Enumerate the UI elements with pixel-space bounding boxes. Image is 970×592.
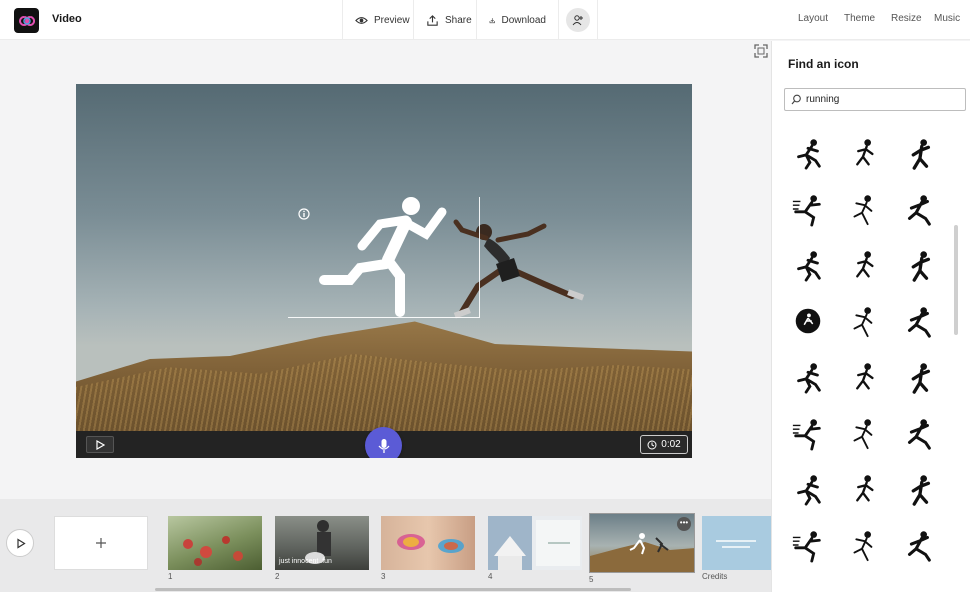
scene-thumbnail-2[interactable]: just innocent .fun [275,516,369,570]
timeline-play-button[interactable] [6,529,34,557]
runner-fast-icon[interactable] [900,415,936,451]
scene-number-4: 4 [488,572,493,581]
toolbar-divider [597,0,598,40]
runner-dash-icon[interactable] [790,135,826,171]
preview-button[interactable]: Preview [342,0,422,40]
runner-speed-lines-icon[interactable] [844,191,880,227]
upload-share-icon [427,14,438,26]
runner-lean-icon[interactable] [844,415,880,451]
scene-number-5: 5 [589,575,594,584]
runner-kid-icon[interactable] [844,359,880,395]
runner-female-icon[interactable] [790,359,826,395]
fullscreen-icon[interactable] [754,44,768,58]
app-title: Video [52,13,82,25]
play-icon [16,537,26,549]
icon-search-box[interactable] [784,88,966,111]
play-icon [96,439,105,450]
add-person-icon [572,15,583,26]
scene-caption-2: just innocent .fun [279,558,332,565]
face-paint-image [397,534,464,553]
panel-scrollbar[interactable] [954,225,958,335]
runner-stride-icon[interactable] [790,247,826,283]
download-label: Download [501,14,546,26]
scene-thumbnail-4[interactable] [488,516,582,570]
eye-icon [355,16,368,24]
add-scene-button[interactable] [54,516,148,570]
runner-stroller-icon[interactable] [900,135,936,171]
scene-thumbnail-credits[interactable] [702,516,771,570]
timeline-scrollbar[interactable] [155,588,631,591]
runner-circle-badge-icon[interactable] [790,303,826,339]
runner-sprint-icon[interactable] [844,527,880,563]
microphone-icon [378,438,389,453]
running-person-icon-overlay[interactable] [316,194,456,319]
duration-badge[interactable]: 0:02 [640,435,688,454]
runner-storm-icon[interactable] [900,303,936,339]
runner-walk-icon[interactable] [790,527,826,563]
share-button[interactable]: Share [413,0,484,40]
runner-leap-icon[interactable] [790,415,826,451]
runner-bold-icon[interactable] [900,359,936,395]
clock-icon [647,440,657,449]
play-button[interactable] [86,436,114,453]
scene-thumbnail-1[interactable] [168,516,262,570]
download-button[interactable]: Download [476,0,559,40]
icon-search-input[interactable] [806,94,956,105]
preview-label: Preview [374,14,410,26]
flowers-image [183,536,243,566]
scene-number-1: 1 [168,572,173,581]
runner-dynamic-icon[interactable] [844,471,880,507]
runner-sketch-icon[interactable] [900,471,936,507]
layout-menu[interactable]: Layout [798,13,828,24]
timeline: 1 just innocent .fun 2 3 4 ••• 5 Credits [0,499,771,592]
scene-number-2: 2 [275,572,280,581]
runner-crouch-icon[interactable] [900,247,936,283]
runner-striped-icon[interactable] [844,247,880,283]
top-bar: Video Preview Share Download Layout Them… [0,0,970,40]
resize-menu[interactable]: Resize [891,13,922,24]
add-collaborator-button[interactable] [566,8,590,32]
runner-jog-icon[interactable] [790,471,826,507]
scene-more-button[interactable]: ••• [677,517,691,531]
scene-stage[interactable]: 0:02 [76,84,692,458]
app-logo[interactable] [14,8,39,33]
info-icon[interactable] [298,208,310,220]
scene-number-3: 3 [381,572,386,581]
winter-house-image [488,516,580,570]
scene-thumbnail-5[interactable]: ••• [589,513,695,573]
download-icon [489,17,495,23]
credits-image [716,540,756,548]
scene-number-credits: Credits [702,572,728,581]
panel-title: Find an icon [788,57,859,71]
search-icon [791,94,801,105]
duration-text: 0:02 [661,439,681,450]
theme-menu[interactable]: Theme [844,13,875,24]
plus-icon [96,538,106,548]
runner-slim-icon[interactable] [844,303,880,339]
runner-small-icon[interactable] [844,135,880,171]
music-menu[interactable]: Music [934,13,960,24]
sprinter-icon[interactable] [790,191,826,227]
find-icon-panel: Find an icon [771,41,970,592]
runner-doodle-icon[interactable] [900,527,936,563]
runner-rain-icon[interactable] [900,191,936,227]
scene-thumbnail-3[interactable] [381,516,475,570]
record-voice-button[interactable] [365,427,402,458]
share-label: Share [445,14,472,26]
